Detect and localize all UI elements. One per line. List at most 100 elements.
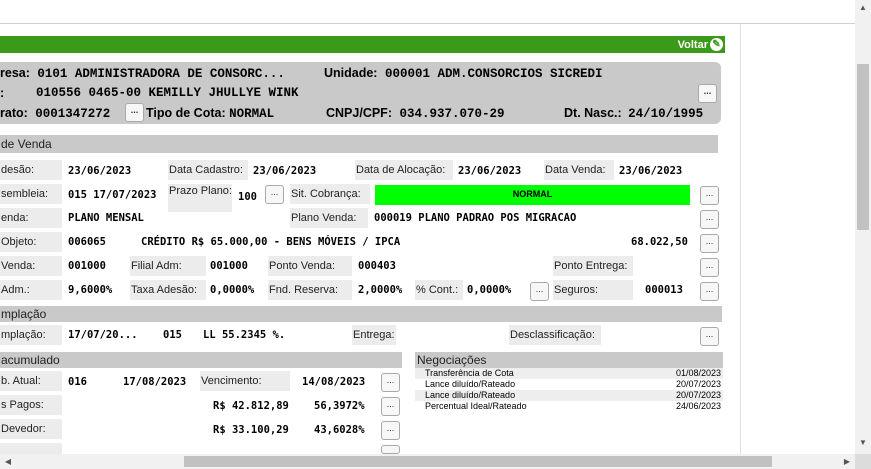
- devedor-button[interactable]: ...: [381, 421, 400, 440]
- contemplacao-button[interactable]: ...: [700, 327, 719, 346]
- cliente-lookup-button[interactable]: ...: [698, 84, 717, 103]
- plano-label: enda:: [0, 208, 62, 228]
- objeto-button[interactable]: ...: [700, 234, 719, 253]
- scrollbar-corner: [855, 454, 871, 469]
- taxa-value: 0,0000%: [210, 284, 255, 296]
- fnd-label: Fnd. Reserva:: [268, 280, 352, 300]
- vencimento-button[interactable]: ...: [381, 373, 400, 392]
- negociacao-row[interactable]: Lance diluído/Rateado 20/07/2023: [415, 390, 723, 401]
- negociacao-date: 01/08/2023: [675, 368, 721, 378]
- seguros-button[interactable]: ...: [700, 282, 719, 301]
- contrato-lookup-button[interactable]: ...: [125, 103, 144, 122]
- cliente-value: 010556 0465-00 KEMILLY JHULLYE WINK: [36, 86, 299, 100]
- title-bar: Voltar ✎: [0, 36, 725, 53]
- negociacao-row[interactable]: Percentual Ideal/Rateado 24/06/2023: [415, 401, 723, 412]
- pvenda-value: 001000: [68, 260, 106, 272]
- section-acumulado: acumulado: [0, 352, 402, 368]
- prazo-lookup-button[interactable]: ...: [265, 185, 284, 204]
- negociacao-row[interactable]: Lance diluído/Rateado 20/07/2023: [415, 379, 723, 390]
- datavenda-value: 23/06/2023: [619, 165, 683, 177]
- scroll-down-icon[interactable]: ▼: [858, 438, 868, 448]
- negociacoes-panel: Negociações Transferência de Cota 01/08/2…: [415, 352, 723, 412]
- vertical-scroll-thumb[interactable]: [857, 64, 869, 230]
- voltar-button[interactable]: Voltar ✎: [678, 37, 723, 52]
- entrega-button[interactable]: ...: [700, 258, 719, 277]
- nasc-value: 24/10/1995: [628, 107, 704, 121]
- objeto-label: Objeto:: [0, 232, 62, 252]
- assembleia-label: sembleia:: [0, 184, 62, 204]
- unidade-value: 000001 ADM.CONSORCIOS SICREDI: [384, 67, 603, 81]
- prazo-label: Prazo Plano:: [168, 184, 232, 212]
- adm-value: 9,6000%: [68, 284, 113, 296]
- devedor-pct: 43,6028%: [314, 424, 365, 436]
- pagos-valor: R$ 42.812,89: [213, 400, 289, 412]
- scroll-up-icon[interactable]: ▲: [858, 3, 868, 13]
- atual-label: b. Atual:: [0, 371, 62, 391]
- vertical-scrollbar[interactable]: ▲ ▼: [855, 0, 871, 454]
- negociacao-row[interactable]: Transferência de Cota 01/08/2023: [415, 368, 723, 379]
- cont-value: 0,0000%: [467, 284, 512, 296]
- seguros-value: 000013: [645, 284, 683, 296]
- right-panel: [740, 24, 855, 454]
- plano-value: PLANO MENSAL: [68, 212, 144, 224]
- voltar-label: Voltar: [677, 38, 708, 51]
- alocacao-label: Data de Alocação:: [355, 160, 453, 180]
- objeto-valor: 68.022,50: [631, 236, 688, 248]
- unidade-label: Unidade:: [324, 66, 378, 80]
- planovenda-label: Plano Venda:: [290, 208, 368, 228]
- scroll-left-icon[interactable]: ◀: [3, 457, 13, 467]
- objeto-desc: CRÉDITO R$ 65.000,00 - BENS MÓVEIS / IPC…: [141, 236, 401, 248]
- cnpj-value: 034.937.070-29: [399, 107, 505, 121]
- cnpj-label: CNPJ/CPF:: [326, 106, 392, 120]
- atual-num: 016: [68, 376, 87, 388]
- sitcob-label: Sit. Cobrança:: [290, 184, 370, 204]
- contract-header: resa: 0101 ADMINISTRADORA DE CONSORC... …: [0, 62, 721, 124]
- planovenda-value: 000019 PLANO PADRAO POS MIGRACAO: [374, 212, 577, 224]
- pontovenda-label: Ponto Venda:: [268, 256, 352, 276]
- top-toolbar: [0, 0, 855, 24]
- sitcob-button[interactable]: ...: [700, 186, 719, 205]
- contemplacao-label: mplação:: [0, 325, 62, 345]
- negociacao-date: 24/06/2023: [675, 401, 721, 411]
- horizontal-scroll-thumb[interactable]: [184, 456, 772, 467]
- negociacao-date: 20/07/2023: [675, 390, 721, 400]
- desclassificacao-label: Desclassificação:: [509, 325, 601, 345]
- pencil-icon: ✎: [710, 38, 723, 51]
- seguros-label: Seguros:: [553, 280, 633, 300]
- fnd-value: 2,0000%: [358, 284, 403, 296]
- pvenda-label: Venda:: [0, 256, 62, 276]
- negociacoes-list: Transferência de Cota 01/08/2023 Lance dil…: [415, 368, 723, 412]
- cadastro-value: 23/06/2023: [253, 165, 317, 177]
- adesao-value: 23/06/2023: [68, 165, 132, 177]
- cont-label: % Cont.:: [415, 280, 463, 300]
- partial-row-button[interactable]: [381, 445, 400, 454]
- section-venda: de Venda: [0, 135, 718, 153]
- cont-button[interactable]: ...: [530, 282, 549, 301]
- filial-label: Filial Adm:: [130, 256, 206, 276]
- scroll-right-icon[interactable]: ▶: [842, 457, 852, 467]
- pagos-pct: 56,3972%: [314, 400, 365, 412]
- prazo-value: 100: [238, 191, 257, 203]
- contemplacao-entrega-label: Entrega:: [352, 325, 396, 345]
- devedor-valor: R$ 33.100,29: [213, 424, 289, 436]
- contemplacao-lance: LL 55.2345 %.: [203, 329, 286, 341]
- datavenda-label: Data Venda:: [544, 160, 614, 180]
- alocacao-value: 23/06/2023: [458, 165, 522, 177]
- status-badge: NORMAL: [375, 185, 690, 205]
- adesao-label: desão:: [0, 160, 62, 180]
- devedor-label: Devedor:: [0, 419, 62, 439]
- cliente-label: :: [0, 86, 5, 100]
- contemplacao-data: 17/07/20...: [68, 329, 138, 341]
- horizontal-scrollbar[interactable]: ◀ ▶: [0, 454, 855, 469]
- pagos-label: s Pagos:: [0, 395, 62, 415]
- taxa-label: Taxa Adesão:: [130, 280, 206, 300]
- objeto-code: 006065: [68, 236, 106, 248]
- planovenda-button[interactable]: ...: [700, 210, 719, 229]
- cadastro-label: Data Cadastro:: [168, 160, 248, 180]
- vencimento-value: 14/08/2023: [302, 376, 366, 388]
- negociacoes-title: Negociações: [415, 352, 723, 368]
- pagos-button[interactable]: ...: [381, 397, 400, 416]
- entrega-label: Ponto Entrega:: [553, 256, 633, 276]
- atual-data: 17/08/2023: [123, 376, 187, 388]
- filial-value: 001000: [210, 260, 248, 272]
